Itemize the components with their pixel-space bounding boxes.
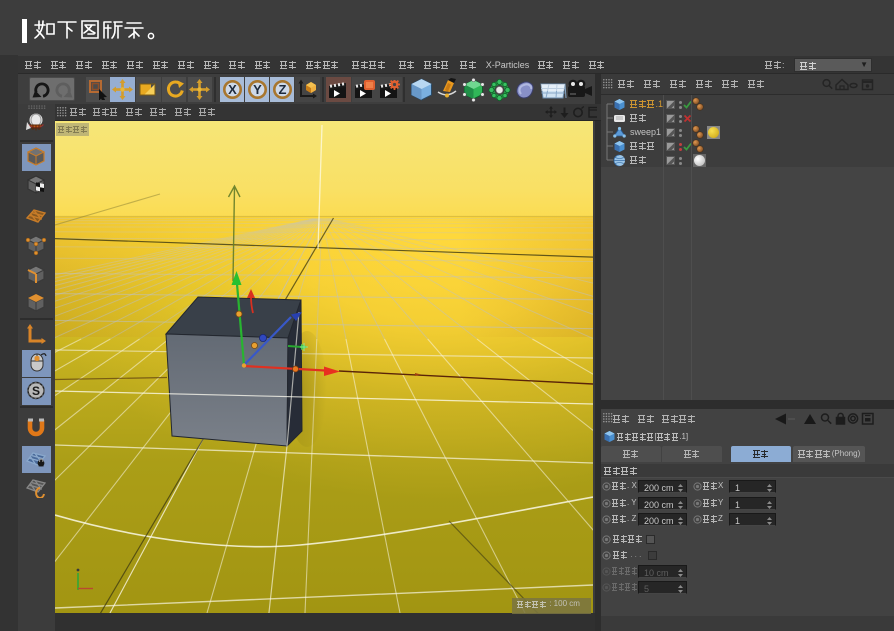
svg-text:Y: Y [253, 82, 262, 97]
svg-text:Z: Z [279, 82, 287, 97]
svg-text:X: X [228, 82, 237, 97]
svg-text:S: S [32, 384, 40, 398]
